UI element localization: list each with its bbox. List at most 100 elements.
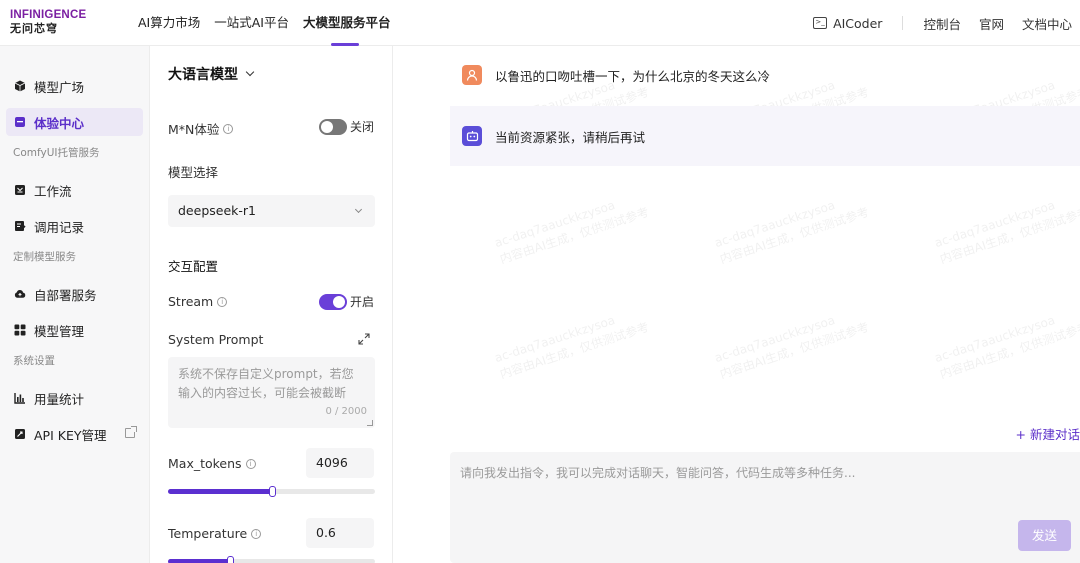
char-counter: 0 / 2000: [325, 406, 367, 417]
console-link[interactable]: 控制台: [923, 14, 961, 33]
aicoder-label: AICoder: [833, 15, 883, 31]
slider-thumb[interactable]: [227, 556, 235, 563]
chart-icon: [14, 392, 26, 404]
sidebar-item-experience-center[interactable]: 体验中心: [6, 108, 143, 136]
config-panel: 大语言模型 M*N体验 i 关闭 模型选择 deepseek-r1 交互配置 S…: [151, 46, 393, 563]
experience-icon: [14, 116, 26, 128]
grid-icon: [14, 324, 26, 336]
right-nav: >_ AICoder 控制台 官网 文档中心: [795, 0, 1072, 46]
user-message: 以鲁迅的口吻吐槽一下，为什么北京的冬天这么冷: [450, 63, 1080, 87]
sidebar-group-comfyui: ComfyUI托管服务: [13, 147, 100, 159]
model-type-label: 大语言模型: [168, 67, 238, 83]
info-icon[interactable]: i: [251, 528, 262, 539]
toggle-knob: [320, 120, 333, 133]
watermark: ac-daq7aauckkzysoa内容由AI生成，仅供测试参考: [492, 313, 651, 382]
sidebar-item-api-key[interactable]: API KEY管理: [6, 420, 143, 448]
top-nav: AI算力市场 一站式AI平台 大模型服务平台: [138, 0, 405, 46]
expand-icon[interactable]: [358, 333, 370, 345]
sidebar: 模型广场 体验中心 ComfyUI托管服务 工作流 调用记录 定制模型服务 自部…: [0, 46, 150, 563]
logo-subtext: 无问芯穹: [10, 22, 58, 35]
info-icon[interactable]: i: [223, 123, 234, 134]
chevron-down-icon: [245, 67, 255, 77]
mn-experience-toggle[interactable]: [318, 118, 347, 135]
stream-state: 开启: [349, 295, 374, 309]
sidebar-item-call-records[interactable]: 调用记录: [6, 212, 143, 240]
sidebar-item-usage-stats[interactable]: 用量统计: [6, 384, 143, 412]
system-prompt-input[interactable]: 系统不保存自定义prompt，若您输入的内容过长，可能会被截断 0 / 2000: [168, 357, 375, 428]
chat-area: ac-daq7aauckkzysoa内容由AI生成，仅供测试参考 ac-daq7…: [394, 46, 1080, 563]
max-tokens-input[interactable]: 4096: [306, 448, 374, 478]
resize-handle[interactable]: [367, 420, 373, 426]
sidebar-item-label: API KEY管理: [34, 427, 107, 443]
slider-fill: [168, 489, 272, 494]
send-button[interactable]: 发送: [1018, 520, 1071, 551]
top-header: INFINIGENCE 无问芯穹 AI算力市场 一站式AI平台 大模型服务平台 …: [0, 0, 1080, 46]
stream-toggle-wrap: 开启: [318, 293, 374, 310]
aicoder-link[interactable]: >_ AICoder: [813, 16, 882, 31]
temperature-text: Temperature: [168, 526, 248, 541]
slider-thumb[interactable]: [268, 486, 276, 497]
watermark: ac-daq7aauckkzysoa内容由AI生成，仅供测试参考: [932, 313, 1080, 382]
sidebar-item-label: 自部署服务: [34, 287, 97, 303]
cloud-icon: [14, 288, 26, 300]
sidebar-item-label: 用量统计: [34, 391, 85, 407]
slider-fill: [168, 559, 231, 563]
chat-input[interactable]: 请向我发出指令，我可以完成对话聊天，智能问答，代码生成等多种任务... 发送: [450, 452, 1080, 563]
bot-message-text: 当前资源紧张，请稍后再试: [495, 129, 646, 145]
external-link-icon: [125, 426, 137, 438]
watermark: ac-daq7aauckkzysoa内容由AI生成，仅供测试参考: [492, 198, 651, 267]
nav-divider: [902, 16, 904, 30]
model-select-value: deepseek-r1: [178, 203, 256, 218]
info-icon[interactable]: i: [217, 296, 228, 307]
chat-input-placeholder: 请向我发出指令，我可以完成对话聊天，智能问答，代码生成等多种任务...: [460, 466, 856, 480]
temperature-slider[interactable]: [168, 556, 375, 563]
logo-text: INFINIGENCE: [10, 9, 87, 21]
official-site-link[interactable]: 官网: [979, 14, 1004, 33]
user-avatar: [462, 65, 482, 85]
bot-avatar: [462, 126, 482, 146]
toggle-knob: [332, 295, 345, 308]
stream-text: Stream: [168, 294, 214, 309]
new-chat-button[interactable]: + 新建对话: [1016, 424, 1080, 443]
mn-experience-label: M*N体验 i: [168, 119, 234, 138]
sidebar-item-self-deploy[interactable]: 自部署服务: [6, 280, 143, 308]
sidebar-item-label: 工作流: [34, 183, 72, 199]
max-tokens-label: Max_tokens i: [168, 456, 256, 471]
watermark: ac-daq7aauckkzysoa内容由AI生成，仅供测试参考: [712, 313, 871, 382]
model-select[interactable]: deepseek-r1: [168, 195, 375, 227]
record-icon: [14, 220, 26, 232]
max-tokens-slider[interactable]: [168, 486, 375, 497]
system-prompt-placeholder: 系统不保存自定义prompt，若您输入的内容过长，可能会被截断: [178, 367, 354, 400]
sidebar-item-model-management[interactable]: 模型管理: [6, 316, 143, 344]
model-type-dropdown[interactable]: 大语言模型: [168, 64, 255, 84]
robot-icon: [466, 131, 478, 142]
workflow-icon: [14, 184, 26, 196]
mn-experience-text: M*N体验: [168, 122, 220, 137]
sidebar-item-workflow[interactable]: 工作流: [6, 176, 143, 204]
logo[interactable]: INFINIGENCE 无问芯穹: [10, 9, 100, 35]
sidebar-group-system-settings: 系统设置: [13, 355, 55, 367]
chevron-down-icon: [354, 205, 363, 214]
sidebar-item-model-square[interactable]: 模型广场: [6, 72, 143, 100]
interaction-config-heading: 交互配置: [168, 259, 219, 274]
bot-message: 当前资源紧张，请稍后再试: [450, 106, 1080, 166]
nav-ai-compute-market[interactable]: AI算力市场: [138, 0, 200, 46]
sidebar-item-label: 体验中心: [34, 115, 85, 131]
temperature-input[interactable]: 0.6: [306, 518, 374, 548]
user-message-text: 以鲁迅的口吻吐槽一下，为什么北京的冬天这么冷: [495, 68, 771, 84]
watermark: ac-daq7aauckkzysoa内容由AI生成，仅供测试参考: [932, 198, 1080, 267]
temperature-label: Temperature i: [168, 526, 262, 541]
nav-llm-service-platform[interactable]: 大模型服务平台: [303, 0, 391, 46]
sidebar-item-label: 调用记录: [34, 219, 85, 235]
stream-toggle[interactable]: [318, 293, 347, 310]
user-icon: [466, 69, 478, 81]
mn-experience-state: 关闭: [349, 120, 374, 134]
nav-ai-platform[interactable]: 一站式AI平台: [214, 0, 289, 46]
stream-label: Stream i: [168, 294, 228, 309]
cube-icon: [14, 80, 26, 92]
docs-link[interactable]: 文档中心: [1022, 14, 1072, 33]
terminal-icon: >_: [813, 17, 828, 29]
info-icon[interactable]: i: [245, 458, 256, 469]
key-icon: [14, 428, 26, 440]
watermark: ac-daq7aauckkzysoa内容由AI生成，仅供测试参考: [712, 198, 871, 267]
